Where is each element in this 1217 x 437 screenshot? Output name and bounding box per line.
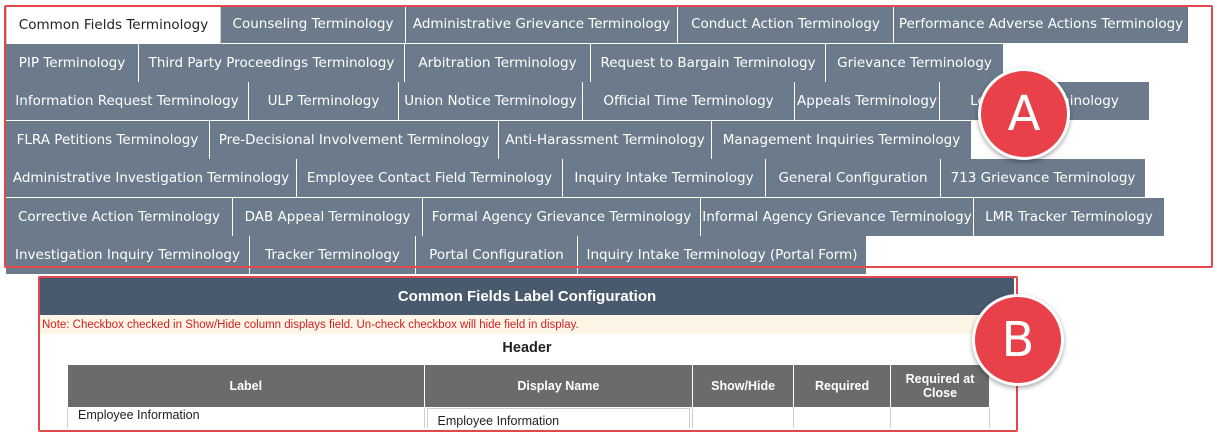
- tab-row: PIP Terminology Third Party Proceedings T…: [6, 43, 1004, 83]
- required-cell[interactable]: [793, 407, 892, 428]
- tab-counseling-terminology[interactable]: Counseling Terminology: [221, 5, 406, 44]
- tab-713-grievance-terminology[interactable]: 713 Grievance Terminology: [941, 159, 1146, 198]
- tab-common-fields-terminology[interactable]: Common Fields Terminology: [6, 5, 221, 44]
- tab-inquiry-intake-terminology[interactable]: Inquiry Intake Terminology: [563, 159, 766, 198]
- tab-third-party-proceedings-terminology[interactable]: Third Party Proceedings Terminology: [139, 43, 405, 83]
- tab-informal-agency-grievance-terminology[interactable]: Informal Agency Grievance Terminology: [701, 197, 974, 237]
- label-configuration-panel: Common Fields Label Configuration Note: …: [40, 278, 1014, 428]
- tab-management-inquiries-terminology[interactable]: Management Inquiries Terminology: [712, 120, 972, 160]
- column-header-show-hide: Show/Hide: [692, 364, 795, 408]
- section-heading: Header: [502, 339, 552, 356]
- display-name-input[interactable]: [426, 408, 691, 428]
- tab-formal-agency-grievance-terminology[interactable]: Formal Agency Grievance Terminology: [423, 197, 701, 237]
- row-label: Employee Information: [67, 407, 425, 428]
- column-header-label: Label: [67, 364, 425, 408]
- label-config-table: Label Display Name Show/Hide Required Re…: [67, 364, 990, 428]
- tab-pre-decisional-involvement-terminology[interactable]: Pre-Decisional Involvement Terminology: [210, 120, 499, 160]
- tab-row: Investigation Inquiry Terminology Tracker…: [6, 236, 867, 275]
- tab-information-request-terminology[interactable]: Information Request Terminology: [6, 82, 249, 121]
- tab-administrative-grievance-terminology[interactable]: Administrative Grievance Terminology: [406, 5, 678, 44]
- column-header-display-name: Display Name: [423, 364, 694, 408]
- tab-union-notice-terminology[interactable]: Union Notice Terminology: [399, 82, 583, 121]
- tab-grievance-terminology[interactable]: Grievance Terminology: [826, 43, 1004, 83]
- tab-row: Corrective Action Terminology DAB Appeal …: [6, 197, 1165, 237]
- tab-employee-contact-field-terminology[interactable]: Employee Contact Field Terminology: [297, 159, 563, 198]
- tab-pip-terminology[interactable]: PIP Terminology: [6, 43, 139, 83]
- tab-official-time-terminology[interactable]: Official Time Terminology: [583, 82, 795, 121]
- tab-tracker-terminology[interactable]: Tracker Terminology: [250, 236, 416, 275]
- tab-appeals-terminology[interactable]: Appeals Terminology: [795, 82, 940, 121]
- callout-b: B: [972, 294, 1064, 386]
- display-name-cell: [423, 407, 694, 428]
- tab-row: Common Fields Terminology Counseling Term…: [6, 5, 1189, 44]
- tab-ulp-terminology[interactable]: ULP Terminology: [249, 82, 399, 121]
- tab-portal-configuration[interactable]: Portal Configuration: [416, 236, 578, 275]
- panel-title: Common Fields Label Configuration: [40, 278, 1014, 315]
- tab-flra-petitions-terminology[interactable]: FLRA Petitions Terminology: [6, 120, 210, 160]
- column-header-required-at-close: Required at Close: [890, 364, 990, 408]
- table-row: Employee Information: [67, 407, 990, 428]
- tab-anti-harassment-terminology[interactable]: Anti-Harassment Terminology: [499, 120, 712, 160]
- tab-general-configuration[interactable]: General Configuration: [766, 159, 941, 198]
- tab-arbitration-terminology[interactable]: Arbitration Terminology: [405, 43, 591, 83]
- tab-inquiry-intake-terminology-portal-form[interactable]: Inquiry Intake Terminology (Portal Form): [578, 236, 867, 275]
- tab-investigation-inquiry-terminology[interactable]: Investigation Inquiry Terminology: [6, 236, 250, 275]
- callout-a: A: [978, 68, 1070, 160]
- tab-request-to-bargain-terminology[interactable]: Request to Bargain Terminology: [591, 43, 826, 83]
- tab-corrective-action-terminology[interactable]: Corrective Action Terminology: [6, 197, 233, 237]
- tab-row: Administrative Investigation Terminology…: [6, 159, 1146, 198]
- panel-note: Note: Checkbox checked in Show/Hide colu…: [40, 315, 1014, 334]
- tab-lmr-tracker-terminology[interactable]: LMR Tracker Terminology: [974, 197, 1165, 237]
- required-at-close-cell[interactable]: [890, 407, 990, 428]
- tab-performance-adverse-actions-terminology[interactable]: Performance Adverse Actions Terminology: [894, 5, 1189, 44]
- column-header-required: Required: [793, 364, 892, 408]
- tab-row: FLRA Petitions Terminology Pre-Decisional…: [6, 120, 972, 160]
- tab-dab-appeal-terminology[interactable]: DAB Appeal Terminology: [233, 197, 423, 237]
- table-header-row: Label Display Name Show/Hide Required Re…: [67, 364, 990, 408]
- show-hide-cell[interactable]: [692, 407, 795, 428]
- tab-conduct-action-terminology[interactable]: Conduct Action Terminology: [678, 5, 894, 44]
- tab-administrative-investigation-terminology[interactable]: Administrative Investigation Terminology: [6, 159, 297, 198]
